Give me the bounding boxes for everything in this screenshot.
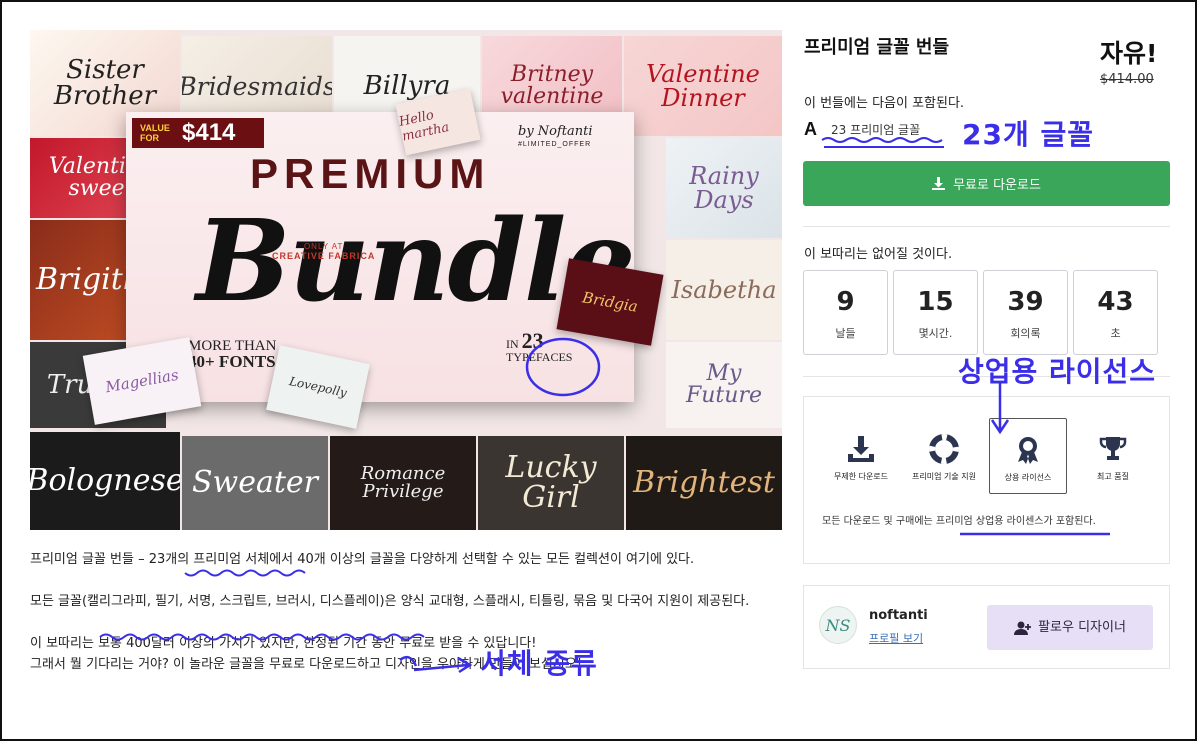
font-preview-text: Brightest [633, 465, 775, 500]
feature-top-quality: 최고 품질 [1074, 418, 1152, 494]
author-signature: by Noftanti #LIMITED_OFFER [518, 124, 593, 148]
countdown-label: 몇시간. [918, 327, 953, 340]
avatar-initials: NS [825, 615, 851, 635]
includes-heading: 이 번들에는 다음이 포함된다. [804, 96, 965, 111]
typefaces-count: IN 23 TYPEFACES [506, 330, 573, 364]
countdown-label: 회의록 [1010, 327, 1041, 340]
font-preview-text: Valentine Dinner [646, 60, 760, 112]
value-for-label: VALUE FOR [140, 123, 170, 143]
typefaces-label: TYPEFACES [506, 350, 573, 364]
license-note: 모든 다운로드 및 구매에는 프리미엄 상업용 라이센스가 포함된다. [822, 516, 1096, 527]
floating-font-text: Lovepolly [287, 374, 349, 400]
font-preview-text: Bolognese [30, 463, 180, 498]
in-label: IN [506, 337, 519, 351]
floating-font-text: Hello martha [397, 107, 451, 145]
feature-label: 최고 품질 [1097, 472, 1129, 481]
included-fonts-count: 23 프리미엄 글꼴 [831, 123, 921, 137]
description-paragraph: 모든 글꼴(캘리그라피, 필기, 서명, 스크립트, 브러시, 디스플레이)은 … [30, 594, 750, 609]
countdown-seconds: 43 초 [1073, 270, 1158, 355]
font-preview-tile: Isabetha [666, 240, 782, 340]
countdown-value: 9 [836, 287, 855, 317]
only-at-label: ONLY AT CREATIVE FABRICA [272, 242, 375, 261]
description-paragraph: 프리미엄 글꼴 번들 – 23개의 프리미엄 서체에서 40개 이상의 글꼴을 … [30, 552, 695, 567]
annotation-commercial-license: 상업용 라이선스 [958, 355, 1157, 388]
font-preview-tile: My Future [666, 342, 782, 428]
font-preview-text: Sweater [191, 465, 319, 500]
value-badge: VALUE FOR $414 [132, 118, 264, 148]
product-price: 자유! [1100, 39, 1158, 68]
feature-label: 무제한 다운로드 [833, 472, 889, 481]
font-letter-icon: A [804, 119, 817, 139]
more-fonts-count: 40+ FONTS [188, 352, 276, 371]
follow-designer-label: 팔로우 디자이너 [1038, 619, 1126, 635]
product-description: 프리미엄 글꼴 번들 – 23개의 프리미엄 서체에서 40개 이상의 글꼴을 … [30, 549, 790, 675]
feature-label: 프리미엄 기술 지원 [912, 472, 976, 481]
trophy-icon [1074, 434, 1152, 464]
font-preview-tile: Brightest [626, 436, 782, 530]
annotation-typeface-kinds: 서체 종류 [480, 647, 598, 680]
feature-unlimited-downloads: 무제한 다운로드 [822, 418, 900, 494]
free-download-button[interactable]: 무료로 다운로드 [803, 161, 1170, 206]
award-ribbon-icon [990, 435, 1066, 465]
font-preview-text: My Future [686, 361, 762, 408]
designer-avatar[interactable]: NS [819, 606, 857, 644]
designer-name[interactable]: noftanti [869, 608, 928, 623]
author-signature-text: by Noftanti [518, 124, 593, 139]
download-icon [932, 177, 946, 190]
font-preview-tile: Rainy Days [666, 138, 782, 238]
feature-premium-support: 프리미엄 기술 지원 [905, 418, 983, 494]
annotation-fonts-count: 23개 글꼴 [962, 118, 1094, 151]
font-preview-tile: Romance Privilege [330, 436, 476, 530]
description-paragraph: 이 보따리는 보통 400달러 이상의 가치가 있지만, 한정된 기간 동안 무… [30, 633, 790, 675]
floating-font-text: Magellias [104, 365, 180, 397]
free-download-label: 무료로 다운로드 [953, 178, 1041, 193]
font-preview-text: Isabetha [671, 276, 777, 304]
floating-font-text: Bridgia [580, 288, 640, 316]
value-amount: $414 [182, 119, 236, 146]
font-preview-text: Bridesmaids [182, 71, 332, 101]
feature-commercial-license: 상용 라이선스 [989, 418, 1067, 494]
font-preview-text: Sister Brother [53, 55, 157, 111]
countdown-days: 9 날들 [803, 270, 888, 355]
font-preview-tile: Sweater [182, 436, 328, 530]
description-line: 이 보따리는 보통 400달러 이상의 가치가 있지만, 한정된 기간 동안 무… [30, 636, 537, 651]
font-preview-tile: Lucky Girl [478, 436, 624, 530]
original-price: $414.00 [1100, 72, 1154, 87]
countdown-label: 날들 [835, 327, 856, 340]
countdown-value: 39 [1007, 287, 1044, 317]
view-profile-link[interactable]: 프로필 보기 [869, 630, 923, 646]
creative-fabrica-text: CREATIVE FABRICA [272, 251, 376, 261]
limited-offer-tag: #LIMITED_OFFER [518, 141, 592, 148]
included-fonts-row: A 23 프리미엄 글꼴 [804, 119, 920, 140]
countdown-minutes: 39 회의록 [983, 270, 1068, 355]
download-tray-icon [822, 434, 900, 464]
countdown-heading: 이 보따리는 없어질 것이다. [804, 247, 953, 262]
font-preview-tile: Valentine Dinner [624, 36, 782, 136]
only-at-text: ONLY AT [303, 242, 344, 251]
feature-label: 상용 라이선스 [1004, 473, 1052, 482]
font-preview-tile: Bolognese [30, 432, 180, 530]
cover-premium-heading: PREMIUM [250, 150, 491, 197]
add-user-icon [1014, 621, 1032, 635]
countdown-label: 초 [1110, 327, 1121, 340]
countdown-value: 43 [1097, 287, 1134, 317]
divider [803, 226, 1170, 227]
font-preview-text: Lucky Girl [505, 450, 597, 515]
lifebuoy-icon [905, 434, 983, 464]
more-than-fonts: MORE THAN 40+ FONTS [188, 338, 276, 371]
countdown-value: 15 [917, 287, 954, 317]
product-title: 프리미엄 글꼴 번들 [804, 37, 950, 58]
countdown-hours: 15 몇시간. [893, 270, 978, 355]
font-preview-text: Romance Privilege [360, 463, 446, 502]
follow-designer-button[interactable]: 팔로우 디자이너 [987, 605, 1153, 650]
font-preview-text: Rainy Days [689, 162, 759, 214]
font-preview-text: Britney valentine [500, 62, 604, 109]
